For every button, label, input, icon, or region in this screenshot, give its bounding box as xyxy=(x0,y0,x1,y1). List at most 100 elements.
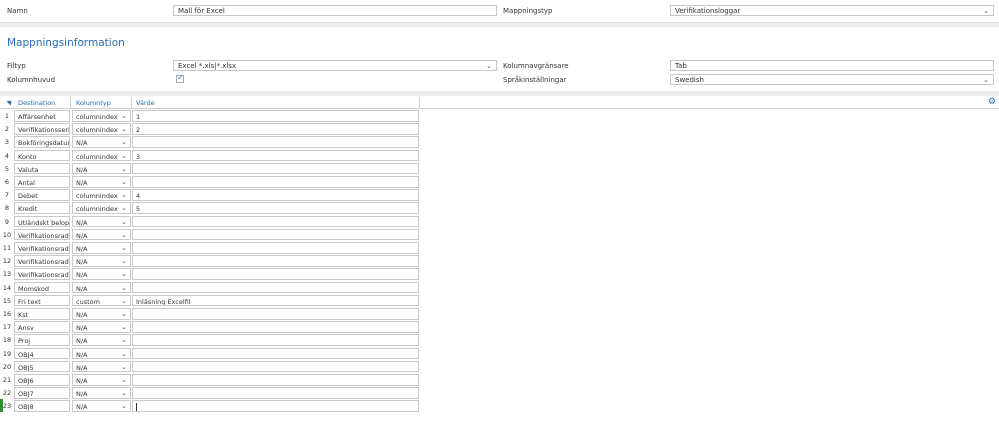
table-row[interactable]: 5 Valuta N/A ⌄ xyxy=(0,162,420,175)
value-input[interactable] xyxy=(132,308,419,320)
column-type-select[interactable]: N/A ⌄ xyxy=(72,215,131,228)
column-type-select[interactable]: N/A ⌄ xyxy=(72,242,131,254)
language-select[interactable]: Swedish ⌄ xyxy=(670,74,994,85)
value-input[interactable] xyxy=(132,242,419,254)
column-type-select[interactable]: N/A ⌄ xyxy=(72,360,131,373)
value-input[interactable] xyxy=(132,334,419,346)
table-row[interactable]: 19 OBJ4 N/A ⌄ xyxy=(0,347,420,360)
name-input[interactable]: Mall för Excel xyxy=(173,5,497,16)
column-type-select[interactable]: N/A ⌄ xyxy=(72,268,131,280)
column-type-select[interactable]: N/A ⌄ xyxy=(72,387,131,399)
table-row[interactable]: 4 Konto columnindex ⌄ 3 xyxy=(0,149,420,162)
row-number: 15 xyxy=(2,296,12,305)
column-type-select[interactable]: columnindex ⌄ xyxy=(72,123,131,135)
column-type-select[interactable]: N/A ⌄ xyxy=(72,228,131,241)
text-caret xyxy=(136,403,137,411)
column-type-select[interactable]: N/A ⌄ xyxy=(72,321,131,333)
value-input[interactable]: 2 xyxy=(132,123,419,135)
column-divider[interactable] xyxy=(70,97,71,108)
column-type-value: N/A xyxy=(76,271,88,280)
table-row[interactable]: 21 OBJ6 N/A ⌄ xyxy=(0,373,420,386)
value-input[interactable] xyxy=(132,360,419,373)
value-input[interactable]: 4 xyxy=(132,189,419,201)
column-divider[interactable] xyxy=(419,97,420,108)
column-type-select[interactable]: N/A ⌄ xyxy=(72,374,131,386)
value-input[interactable]: 5 xyxy=(132,202,419,214)
column-type-select[interactable]: columnindex ⌄ xyxy=(72,149,131,162)
column-header-varde[interactable]: Värde xyxy=(132,96,155,108)
value-input[interactable]: 3 xyxy=(132,149,419,162)
gear-icon[interactable]: ⚙ xyxy=(988,97,996,107)
column-type-select[interactable]: columnindex ⌄ xyxy=(72,189,131,201)
table-row[interactable]: 3 Bokföringsdatum N/A ⌄ xyxy=(0,135,420,148)
column-type-select[interactable]: N/A ⌄ xyxy=(72,308,131,320)
table-row[interactable]: 2 Verifikationsserie columnindex ⌄ 2 xyxy=(0,122,420,135)
table-row[interactable]: 17 Ansv N/A ⌄ xyxy=(0,320,420,333)
value-input[interactable] xyxy=(132,374,419,386)
column-type-select[interactable]: custom ⌄ xyxy=(72,294,131,307)
table-row[interactable]: 13 Verifikationsrad 4 N/A ⌄ xyxy=(0,267,420,280)
row-number: 8 xyxy=(4,204,10,213)
value-text: 2 xyxy=(136,126,141,135)
column-type-select[interactable]: N/A ⌄ xyxy=(72,136,131,148)
table-row[interactable]: 12 Verifikationsrad 3 N/A ⌄ xyxy=(0,254,420,267)
column-type-select[interactable]: N/A ⌄ xyxy=(72,334,131,346)
table-row[interactable]: 7 Debet columnindex ⌄ 4 xyxy=(0,188,420,201)
column-header-kolumntyp[interactable]: Kolumntyp xyxy=(72,96,111,108)
value-input[interactable] xyxy=(132,400,419,412)
value-input[interactable] xyxy=(132,176,419,188)
table-row[interactable]: 22 OBJ7 N/A ⌄ xyxy=(0,386,420,399)
column-type-select[interactable]: N/A ⌄ xyxy=(72,281,131,294)
value-input[interactable] xyxy=(132,228,419,241)
chevron-down-icon: ⌄ xyxy=(121,191,127,200)
mapping-type-select[interactable]: Verifikationsloggar ⌄ xyxy=(670,5,994,16)
table-row[interactable]: 18 Proj N/A ⌄ xyxy=(0,333,420,346)
table-row[interactable]: 11 Verifikationsrad 2 N/A ⌄ xyxy=(0,241,420,254)
value-input[interactable] xyxy=(132,347,419,360)
column-type-value: N/A xyxy=(76,218,88,227)
column-type-value: N/A xyxy=(76,363,88,372)
value-input[interactable]: Inläsning Excelfil xyxy=(132,294,419,307)
column-type-value: N/A xyxy=(76,337,88,346)
value-input[interactable] xyxy=(132,387,419,399)
table-row[interactable]: 15 Fri text custom ⌄ Inläsning Excelfil xyxy=(0,294,420,307)
table-row[interactable]: 23 OBJ8 N/A ⌄ xyxy=(0,399,420,413)
header-checkbox[interactable]: ✓ xyxy=(176,73,184,83)
value-input[interactable] xyxy=(132,215,419,228)
table-row[interactable]: 8 Kredit columnindex ⌄ 5 xyxy=(0,201,420,214)
destination-cell: Kst xyxy=(14,308,70,320)
table-row[interactable]: 14 Momskod N/A ⌄ xyxy=(0,281,420,294)
value-input[interactable] xyxy=(132,255,419,267)
table-row[interactable]: 6 Antal N/A ⌄ xyxy=(0,175,420,188)
value-input[interactable] xyxy=(132,162,419,175)
column-type-select[interactable]: N/A ⌄ xyxy=(72,255,131,267)
value-input[interactable] xyxy=(132,321,419,333)
table-row[interactable]: 9 Utländskt belopp N/A ⌄ xyxy=(0,215,420,228)
name-label: Namn xyxy=(7,7,28,15)
language-value: Swedish xyxy=(675,76,704,84)
column-type-select[interactable]: N/A ⌄ xyxy=(72,162,131,175)
filetype-select[interactable]: Excel *.xls|*.xlsx ⌄ xyxy=(173,60,497,71)
table-row[interactable]: 16 Kst N/A ⌄ xyxy=(0,307,420,320)
value-input[interactable] xyxy=(132,281,419,294)
value-input[interactable] xyxy=(132,268,419,280)
column-type-select[interactable]: columnindex ⌄ xyxy=(72,110,131,122)
table-row[interactable]: 10 Verifikationsrad 1 N/A ⌄ xyxy=(0,228,420,241)
chevron-down-icon: ⌄ xyxy=(983,7,989,15)
section-title: Mappningsinformation xyxy=(7,37,125,49)
destination-cell: OBJ5 xyxy=(14,360,70,373)
value-input[interactable]: 1 xyxy=(132,110,419,122)
destination-cell: OBJ7 xyxy=(14,387,70,399)
table-row[interactable]: 1 Affärsenhet columnindex ⌄ 1 xyxy=(0,109,420,122)
column-type-value: N/A xyxy=(76,324,88,333)
column-type-select[interactable]: N/A ⌄ xyxy=(72,176,131,188)
table-row[interactable]: 20 OBJ5 N/A ⌄ xyxy=(0,360,420,373)
column-header-destination[interactable]: Destination xyxy=(14,96,55,108)
column-type-select[interactable]: N/A ⌄ xyxy=(72,347,131,360)
column-type-select[interactable]: N/A ⌄ xyxy=(72,400,131,412)
column-type-select[interactable]: columnindex ⌄ xyxy=(72,202,131,214)
value-input[interactable] xyxy=(132,136,419,148)
separator-input[interactable]: Tab xyxy=(670,60,994,71)
chevron-down-icon: ⌄ xyxy=(121,270,127,279)
chevron-down-icon: ⌄ xyxy=(121,257,127,266)
